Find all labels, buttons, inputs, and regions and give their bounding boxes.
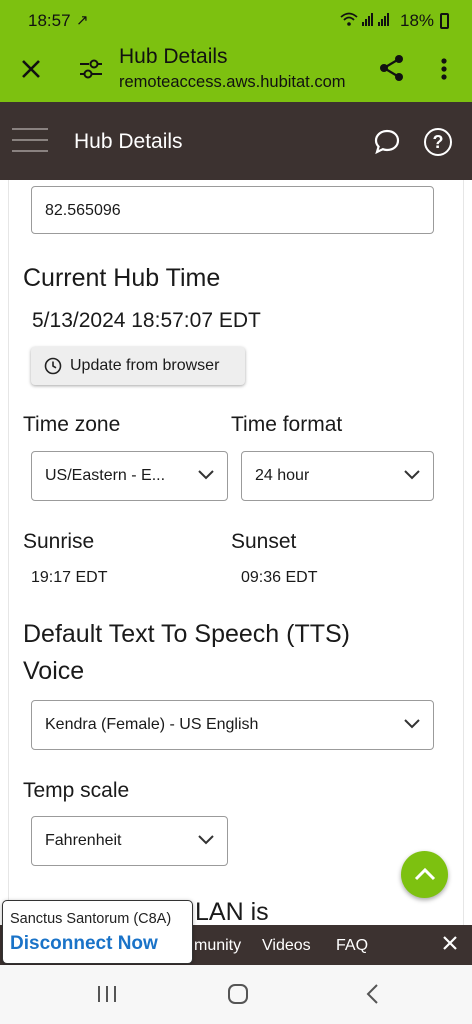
system-nav-bar <box>0 965 472 1024</box>
disconnect-button[interactable]: Disconnect Now <box>10 933 158 955</box>
time-zone-select[interactable]: US/Eastern - E... <box>31 451 228 501</box>
back-icon <box>366 984 378 1004</box>
chat-icon <box>374 129 400 155</box>
chevron-down-icon <box>198 835 214 845</box>
hub-details-form: 82.565096 Current Hub Time 5/13/2024 18:… <box>8 180 464 925</box>
signal-icons <box>340 11 392 30</box>
browser-page-title: Hub Details <box>119 45 228 68</box>
temp-scale-select[interactable]: Fahrenheit <box>31 816 228 866</box>
help-button[interactable]: ? <box>424 128 452 156</box>
remote-access-toast: Sanctus Santorum (C8A) Disconnect Now <box>2 900 193 964</box>
home-icon <box>228 984 248 1004</box>
chevron-up-icon <box>414 867 436 881</box>
tune-icon <box>80 59 102 79</box>
browser-url[interactable]: remoteaccess.aws.hubitat.com <box>119 73 346 92</box>
sunset-label: Sunset <box>231 530 297 553</box>
status-bar: 18:57 ↗ 18% <box>0 0 472 42</box>
help-icon: ? <box>432 132 444 152</box>
time-zone-label: Time zone <box>23 413 121 436</box>
hub-name: Sanctus Santorum (C8A) <box>10 911 172 927</box>
recents-icon <box>98 986 116 1002</box>
call-forward-icon: ↗ <box>76 12 89 29</box>
tts-heading-line2: Voice <box>23 657 85 685</box>
tts-voice-value: Kendra (Female) - US English <box>45 716 259 733</box>
community-link[interactable]: munity <box>194 937 241 955</box>
close-icon <box>22 60 40 78</box>
time-format-label: Time format <box>231 413 343 436</box>
chevron-down-icon <box>404 719 420 729</box>
time-format-value: 24 hour <box>255 467 310 484</box>
battery-level: 18% <box>400 11 435 30</box>
time-format-select[interactable]: 24 hour <box>241 451 434 501</box>
recents-button[interactable] <box>96 983 118 1010</box>
longitude-value: 82.565096 <box>45 202 121 219</box>
time-zone-value: US/Eastern - E... <box>45 467 166 484</box>
back-button[interactable] <box>362 983 384 1010</box>
battery-icon <box>440 13 449 29</box>
share-icon <box>380 55 403 81</box>
lan-heading-partial: LAN is <box>195 898 269 925</box>
menu-icon <box>12 128 48 130</box>
longitude-field[interactable]: 82.565096 <box>31 186 434 234</box>
sunrise-value: 19:17 EDT <box>31 569 108 586</box>
current-hub-time-value: 5/13/2024 18:57:07 EDT <box>32 309 261 332</box>
sunrise-label: Sunrise <box>23 530 95 553</box>
close-tab-button[interactable] <box>16 54 46 84</box>
tts-heading: Default Text To Speech (TTS) <box>23 620 351 648</box>
temp-scale-value: Fahrenheit <box>45 832 122 849</box>
sunset-value: 09:36 EDT <box>241 569 318 586</box>
scroll-to-top-button[interactable] <box>401 851 448 898</box>
chevron-down-icon <box>198 470 214 480</box>
more-options-button[interactable] <box>432 54 456 84</box>
update-from-browser-button[interactable]: Update from browser <box>31 347 245 385</box>
clock-icon <box>44 357 62 375</box>
footer-close-button[interactable] <box>440 933 460 959</box>
app-header: Hub Details ? <box>0 102 472 180</box>
videos-link[interactable]: Videos <box>262 937 311 955</box>
update-button-label: Update from browser <box>70 357 220 374</box>
community-chat-button[interactable] <box>373 128 401 156</box>
browser-toolbar: Hub Details remoteaccess.aws.hubitat.com <box>0 42 472 102</box>
home-button[interactable] <box>227 983 249 1010</box>
share-button[interactable] <box>376 52 408 84</box>
menu-button[interactable] <box>12 128 48 154</box>
close-icon <box>443 936 457 950</box>
faq-link[interactable]: FAQ <box>336 937 368 955</box>
temp-scale-label: Temp scale <box>23 779 130 802</box>
status-time: 18:57 <box>28 11 71 30</box>
tts-voice-select[interactable]: Kendra (Female) - US English <box>31 700 434 750</box>
page-settings-button[interactable] <box>76 54 106 84</box>
page-title: Hub Details <box>74 130 183 153</box>
more-vert-icon <box>441 58 447 80</box>
current-hub-time-heading: Current Hub Time <box>23 264 221 292</box>
chevron-down-icon <box>404 470 420 480</box>
